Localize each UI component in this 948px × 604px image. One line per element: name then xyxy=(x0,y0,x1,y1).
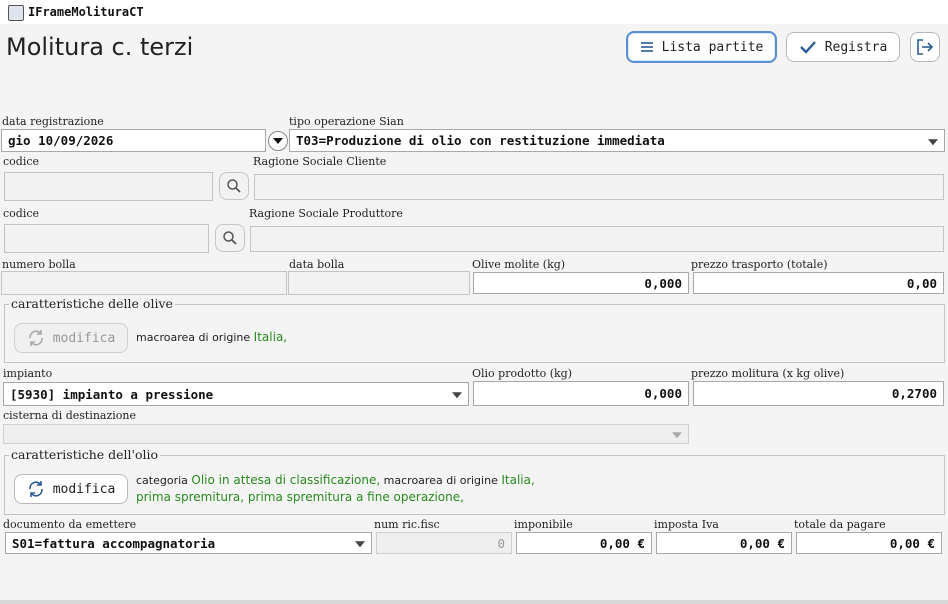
registra-button[interactable]: Registra xyxy=(786,32,900,62)
refresh-icon xyxy=(27,329,45,347)
tipo-operazione-label: tipo operazione Sian xyxy=(289,115,404,128)
chevron-down-icon xyxy=(355,541,365,548)
codice-cliente-label: codice xyxy=(3,155,40,168)
olive-molite-input[interactable]: 0,000 xyxy=(473,272,689,294)
modifica-olio-button[interactable]: modifica xyxy=(14,474,128,504)
prezzo-trasporto-label: prezzo trasporto (totale) xyxy=(691,258,828,271)
lista-partite-label: Lista partite xyxy=(661,39,764,55)
categoria-value: Olio in attesa di classificazione, xyxy=(191,473,381,487)
exit-icon xyxy=(916,38,934,56)
olive-molite-label: Olive molite (kg) xyxy=(472,258,566,271)
list-icon xyxy=(640,41,654,53)
search-icon xyxy=(226,178,242,194)
page-title: Molitura c. terzi xyxy=(6,33,194,61)
olio-prodotto-input[interactable]: 0,000 xyxy=(473,381,689,406)
ragione-produttore-label: Ragione Sociale Produttore xyxy=(249,207,403,220)
cisterna-select[interactable] xyxy=(3,424,689,444)
documento-select[interactable]: S01=fattura accompagnatoria xyxy=(5,532,372,554)
lista-partite-button[interactable]: Lista partite xyxy=(626,31,777,63)
olio-info: categoria Olio in attesa di classificazi… xyxy=(136,472,535,506)
check-icon xyxy=(799,40,817,54)
ragione-cliente-input[interactable] xyxy=(254,174,944,200)
refresh-icon xyxy=(27,480,45,498)
app-icon xyxy=(8,5,24,21)
modifica-olive-label: modifica xyxy=(52,330,116,346)
macroarea-olio-value: Italia, xyxy=(501,473,535,487)
date-picker-button[interactable] xyxy=(268,131,288,151)
window-titlebar: IFrameMolituraCT xyxy=(0,0,948,24)
prezzo-molitura-label: prezzo molitura (x kg olive) xyxy=(691,367,845,380)
data-registrazione-label: data registrazione xyxy=(2,115,104,128)
olio-prodotto-label: Olio prodotto (kg) xyxy=(472,367,573,380)
data-registrazione-field[interactable]: gio 10/09/2026 xyxy=(1,129,266,152)
registra-label: Registra xyxy=(824,39,888,55)
impianto-value: [5930] impianto a pressione xyxy=(10,386,214,402)
documento-label: documento da emettere xyxy=(3,518,137,531)
prezzo-molitura-input[interactable]: 0,2700 xyxy=(693,381,944,406)
codice-produttore-label: codice xyxy=(3,207,40,220)
macroarea-olive-label: macroarea di origine xyxy=(136,331,251,344)
tipo-operazione-select[interactable]: T03=Produzione di olio con restituzione … xyxy=(289,129,945,152)
search-icon xyxy=(222,230,238,246)
codice-produttore-input[interactable] xyxy=(4,224,209,253)
chevron-down-icon xyxy=(452,392,462,399)
tipo-operazione-value: T03=Produzione di olio con restituzione … xyxy=(296,133,665,148)
data-bolla-input[interactable] xyxy=(288,271,470,295)
caratteristiche-olio-title: caratteristiche dell'olio xyxy=(9,447,161,462)
modifica-olive-button[interactable]: modifica xyxy=(14,323,128,353)
ragione-produttore-input[interactable] xyxy=(250,226,944,252)
num-ric-fisc-input[interactable]: 0 xyxy=(376,532,512,554)
impianto-label: impianto xyxy=(3,367,53,380)
numero-bolla-input[interactable] xyxy=(1,271,287,295)
modifica-olio-label: modifica xyxy=(52,481,116,497)
search-cliente-button[interactable] xyxy=(219,172,249,200)
impianto-select[interactable]: [5930] impianto a pressione xyxy=(3,382,469,406)
imposta-iva-input[interactable]: 0,00 € xyxy=(656,532,792,554)
olive-info: macroarea di origine Italia, xyxy=(136,330,287,344)
imponibile-label: imponibile xyxy=(514,518,573,531)
search-produttore-button[interactable] xyxy=(215,224,245,252)
exit-button[interactable] xyxy=(910,32,940,62)
numero-bolla-label: numero bolla xyxy=(2,258,76,271)
chevron-down-icon xyxy=(672,432,682,439)
olio-spremitura-value: prima spremitura, prima spremitura a fin… xyxy=(136,490,464,504)
chevron-down-icon xyxy=(273,138,283,144)
window-title: IFrameMolituraCT xyxy=(28,5,144,19)
macroarea-olio-label: macroarea di origine xyxy=(383,474,498,487)
cisterna-label: cisterna di destinazione xyxy=(3,409,137,422)
imponibile-input[interactable]: 0,00 € xyxy=(516,532,652,554)
ragione-cliente-label: Ragione Sociale Cliente xyxy=(253,155,387,168)
imposta-iva-label: imposta Iva xyxy=(654,518,719,531)
caratteristiche-olive-title: caratteristiche delle olive xyxy=(9,296,175,311)
documento-value: S01=fattura accompagnatoria xyxy=(12,535,216,551)
data-bolla-label: data bolla xyxy=(289,258,345,271)
categoria-label: categoria xyxy=(136,474,188,487)
totale-label: totale da pagare xyxy=(794,518,886,531)
num-ric-fisc-label: num ric.fisc xyxy=(374,518,440,531)
codice-cliente-input[interactable] xyxy=(4,172,213,201)
bottom-border xyxy=(0,600,948,604)
macroarea-olive-value: Italia, xyxy=(253,330,288,344)
chevron-down-icon xyxy=(928,138,938,145)
prezzo-trasporto-input[interactable]: 0,00 xyxy=(693,272,944,294)
totale-input[interactable]: 0,00 € xyxy=(796,532,942,554)
